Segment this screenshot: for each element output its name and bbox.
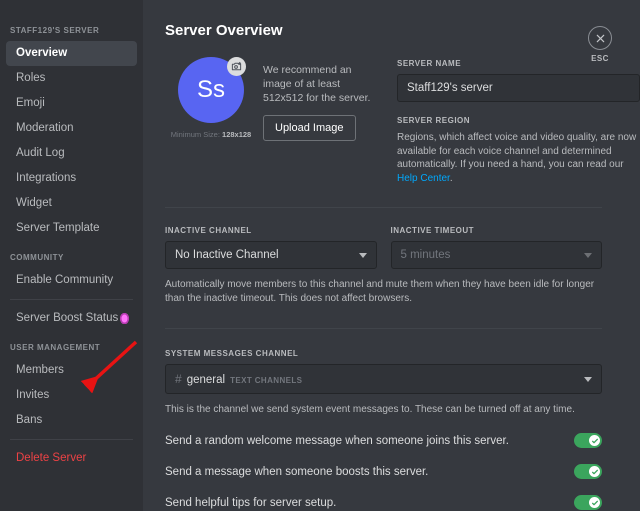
chevron-down-icon — [584, 376, 592, 382]
close-settings-button[interactable]: ESC — [582, 26, 618, 63]
sidebar-item-label: Enable Community — [16, 274, 114, 286]
inactive-timeout-value: 5 minutes — [400, 249, 451, 261]
sidebar-item-audit-log[interactable]: Audit Log — [6, 141, 137, 166]
inactive-timeout-group: INACTIVE TIMEOUT 5 minutes — [390, 226, 602, 269]
server-region-label: SERVER REGION — [397, 116, 471, 125]
sidebar-item-label: Delete Server — [16, 452, 87, 464]
sidebar-item-overview[interactable]: Overview — [6, 41, 137, 66]
sidebar-item-label: Server Template — [16, 222, 100, 234]
min-size-value: 128x128 — [222, 130, 252, 139]
page-title: Server Overview — [165, 22, 283, 39]
system-channel-category: TEXT CHANNELS — [230, 376, 303, 385]
sidebar-item-emoji[interactable]: Emoji — [6, 91, 137, 116]
toggle-knob — [589, 435, 600, 446]
section-divider — [165, 328, 602, 329]
boost-gem-icon — [120, 313, 129, 324]
close-x-icon — [588, 26, 612, 50]
avatar-min-size: Minimum Size: 128x128 — [171, 130, 251, 139]
toggle-label: Send a random welcome message when someo… — [165, 434, 509, 447]
sidebar-item-label: Audit Log — [16, 147, 65, 159]
toggle-knob — [589, 497, 600, 508]
sidebar-server-header: STAFF129'S SERVER — [10, 26, 100, 35]
sidebar-item-label: Overview — [16, 47, 68, 59]
upload-recommendation: We recommend an image of at least 512x51… — [263, 64, 371, 104]
boost-message-toggle[interactable] — [574, 464, 602, 479]
chevron-down-icon — [584, 252, 592, 258]
inactive-helper-text: Automatically move members to this chann… — [165, 279, 595, 304]
upload-image-button[interactable]: Upload Image — [263, 115, 356, 141]
avatar-column: Ss Minimum Size: 128x128 — [165, 57, 257, 139]
server-overview-panel: Server Overview Ss Minimum Size: 128x128 — [143, 0, 640, 511]
help-center-link[interactable]: Help Center — [397, 173, 450, 184]
sidebar-item-members[interactable]: Members — [6, 358, 137, 383]
sidebar-item-server-boost-status[interactable]: Server Boost Status — [6, 306, 137, 331]
sidebar-item-invites[interactable]: Invites — [6, 383, 137, 408]
toggle-row-boost-message: Send a message when someone boosts this … — [165, 464, 640, 479]
sidebar-item-integrations[interactable]: Integrations — [6, 166, 137, 191]
system-channel-display: # general TEXT CHANNELS — [175, 372, 302, 386]
inactive-channel-group: INACTIVE CHANNEL No Inactive Channel — [165, 226, 377, 269]
sidebar-item-label: Emoji — [16, 97, 45, 109]
chevron-down-icon — [358, 252, 367, 258]
setup-tips-toggle[interactable] — [574, 495, 602, 510]
sidebar-item-server-template[interactable]: Server Template — [6, 216, 137, 241]
server-region-note: Regions, which affect voice and video qu… — [397, 131, 640, 185]
sidebar-user-management-header: USER MANAGEMENT — [10, 343, 101, 352]
esc-label: ESC — [591, 54, 609, 63]
sidebar-item-label: Integrations — [16, 172, 77, 184]
inactive-channel-label: INACTIVE CHANNEL — [165, 226, 252, 235]
inactive-timeout-select: 5 minutes — [390, 241, 602, 269]
sidebar-item-label: Widget — [16, 197, 52, 209]
toggle-label: Send helpful tips for server setup. — [165, 496, 337, 509]
sidebar-divider — [10, 299, 133, 300]
avatar-initials: Ss — [196, 76, 225, 103]
sidebar-item-label: Moderation — [16, 122, 74, 134]
min-size-prefix: Minimum Size: — [170, 130, 223, 139]
region-note-end: . — [449, 172, 453, 184]
toggle-knob — [589, 466, 600, 477]
sidebar-item-widget[interactable]: Widget — [6, 191, 137, 216]
sidebar-item-label: Server Boost Status — [16, 312, 119, 324]
section-divider — [165, 207, 602, 208]
inactive-timeout-label: INACTIVE TIMEOUT — [390, 226, 475, 235]
sidebar-item-bans[interactable]: Bans — [6, 408, 137, 433]
inactive-channel-value: No Inactive Channel — [175, 249, 279, 261]
sidebar-item-moderation[interactable]: Moderation — [6, 116, 137, 141]
camera-plus-icon[interactable] — [227, 57, 246, 76]
server-info-column: SERVER NAME SERVER REGION Regions, which… — [397, 57, 640, 185]
sidebar-item-roles[interactable]: Roles — [6, 66, 137, 91]
settings-sidebar: STAFF129'S SERVER Overview Roles Emoji M… — [0, 0, 143, 511]
sidebar-community-header: COMMUNITY — [10, 253, 64, 262]
sidebar-item-label: Invites — [16, 389, 50, 401]
region-note-text: Regions, which affect voice and video qu… — [397, 132, 637, 170]
system-messages-channel-select[interactable]: # general TEXT CHANNELS — [165, 364, 602, 394]
upload-column: We recommend an image of at least 512x51… — [263, 57, 381, 141]
sidebar-item-label: Members — [16, 364, 64, 376]
sidebar-item-delete-server[interactable]: Delete Server — [6, 446, 137, 471]
system-messages-helper: This is the channel we send system event… — [165, 404, 575, 415]
server-identity-section: Ss Minimum Size: 128x128 We recommend an… — [165, 57, 640, 185]
system-channel-name: general — [186, 374, 226, 386]
hash-icon: # — [175, 372, 182, 386]
inactive-channel-select[interactable]: No Inactive Channel — [165, 241, 377, 269]
system-messages-label: SYSTEM MESSAGES CHANNEL — [165, 349, 299, 358]
toggle-label: Send a message when someone boosts this … — [165, 465, 429, 478]
sidebar-divider — [10, 439, 133, 440]
welcome-message-toggle[interactable] — [574, 433, 602, 448]
toggle-row-welcome-message: Send a random welcome message when someo… — [165, 433, 640, 448]
sidebar-item-label: Bans — [16, 414, 43, 426]
system-messages-section: SYSTEM MESSAGES CHANNEL # general TEXT CHA… — [165, 349, 640, 417]
sidebar-item-enable-community[interactable]: Enable Community — [6, 268, 137, 293]
inactive-settings-section: INACTIVE CHANNEL No Inactive Channel INA… — [165, 226, 640, 269]
server-name-input[interactable] — [397, 74, 640, 102]
sidebar-item-label: Roles — [16, 72, 46, 84]
toggle-row-setup-tips: Send helpful tips for server setup. — [165, 495, 640, 510]
